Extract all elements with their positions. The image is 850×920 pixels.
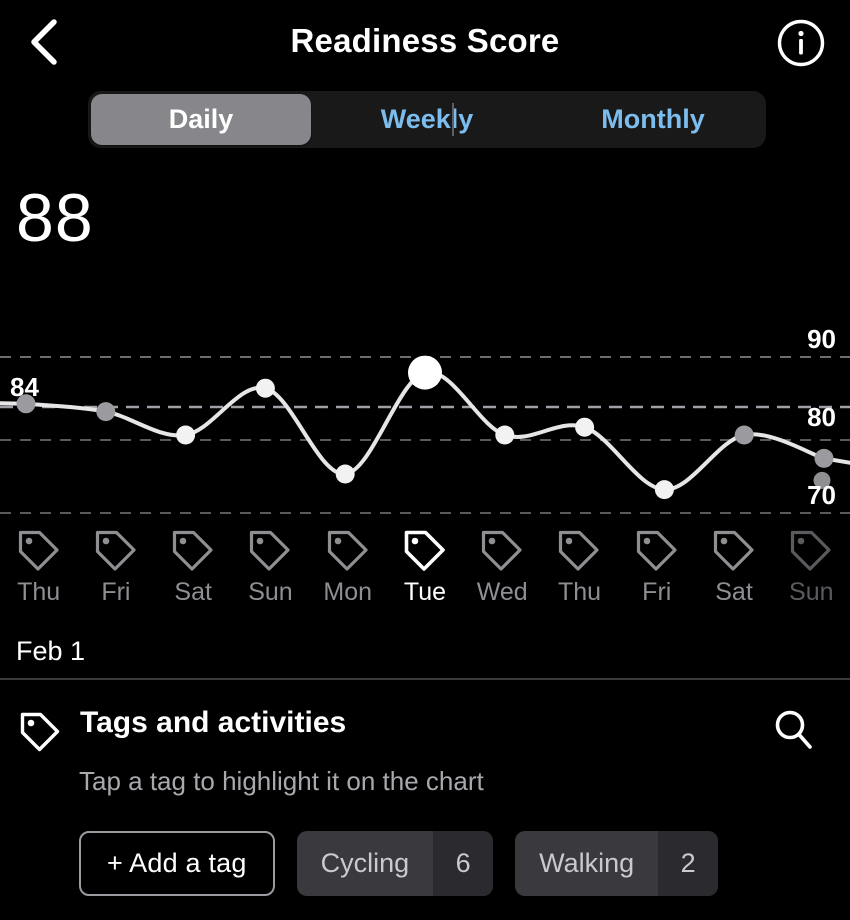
day-tag-label: Sat: [715, 578, 753, 606]
day-tag-fri-1[interactable]: Fri: [77, 528, 154, 608]
tag-chip-walking[interactable]: Walking 2: [515, 831, 719, 896]
chart-series-readiness: [0, 370, 850, 492]
day-tag-sun-10[interactable]: Sun: [773, 528, 850, 608]
tag-chip-cycling-count: 6: [433, 831, 494, 896]
search-button[interactable]: [770, 706, 818, 754]
tag-icon: [711, 528, 757, 574]
day-tag-label: Fri: [642, 578, 672, 606]
tag-icon: [634, 528, 680, 574]
tags-section-subtitle: Tap a tag to highlight it on the chart: [79, 766, 484, 796]
chart-point-fri-8[interactable]: [654, 480, 674, 500]
tab-weekly-label: Weekly: [380, 104, 474, 134]
tag-icon: [247, 528, 293, 574]
chart-point-tue-5[interactable]: [408, 355, 442, 390]
period-segmented-control[interactable]: Daily Weekly Monthly: [88, 91, 766, 148]
tag-icon: [325, 528, 371, 574]
chart-point-sat-2[interactable]: [176, 425, 196, 445]
tab-daily-label: Daily: [168, 104, 234, 134]
tags-section-header: Tags and activities: [18, 706, 832, 756]
chart-point-thu-7[interactable]: [575, 417, 595, 437]
day-tag-tue-5[interactable]: Tue: [386, 528, 463, 608]
day-tag-sat-2[interactable]: Sat: [155, 528, 232, 608]
day-tag-row[interactable]: Thu Fri Sat Sun Mon Tue Wed Thu Fri Sat Sun: [0, 528, 850, 608]
page-title: Readiness Score: [290, 22, 560, 59]
day-tag-fri-8[interactable]: Fri: [618, 528, 695, 608]
tab-daily[interactable]: Daily: [91, 94, 311, 145]
day-tag-label: Wed: [476, 578, 528, 606]
tag-icon: [402, 528, 448, 574]
info-circle-icon: [776, 19, 826, 72]
tag-icon: [16, 528, 62, 574]
day-tag-label: Thu: [557, 578, 602, 606]
y-axis-label-70: 70: [807, 480, 836, 510]
app-header: Readiness Score: [0, 0, 850, 86]
y-axis-label-80: 80: [807, 402, 836, 432]
tag-chip-list[interactable]: + Add a tag Cycling 6 Walking 2: [79, 831, 719, 896]
tag-chip-walking-label: Walking: [539, 848, 635, 878]
chart-canvas[interactable]: [0, 330, 850, 530]
day-tag-label: Sat: [174, 578, 212, 606]
chart-point-wed-6[interactable]: [495, 425, 515, 445]
chart-point-fri-1[interactable]: [96, 402, 116, 422]
search-icon: [770, 710, 818, 758]
first-point-value-label: 84: [10, 372, 39, 402]
tab-monthly-label: Monthly: [601, 104, 705, 134]
day-tag-sat-9[interactable]: Sat: [695, 528, 772, 608]
day-tag-label: Thu: [17, 578, 61, 606]
y-axis-label-90: 90: [807, 324, 836, 354]
day-tag-label: Fri: [101, 578, 131, 606]
day-tag-label: Tue: [403, 578, 447, 606]
chart-point-mon-4[interactable]: [335, 464, 355, 484]
add-tag-label: + Add a tag: [107, 848, 247, 878]
day-tag-wed-6[interactable]: Wed: [464, 528, 541, 608]
chart-point-sun-3[interactable]: [255, 378, 275, 398]
day-tag-label: Sun: [248, 578, 293, 606]
chart-point-sun-10[interactable]: [814, 448, 834, 468]
day-tag-mon-4[interactable]: Mon: [309, 528, 386, 608]
chart-data-points[interactable]: [16, 355, 834, 500]
tag-icon: [479, 528, 525, 574]
tag-icon: [18, 710, 62, 759]
segmented-divider: [452, 103, 454, 136]
tags-section-title: Tags and activities: [80, 706, 347, 739]
selected-date-label: Feb 1: [16, 636, 86, 666]
tag-chip-cycling-label: Cycling: [320, 848, 410, 878]
section-divider: [0, 678, 850, 680]
tab-monthly[interactable]: Monthly: [543, 94, 763, 145]
tag-icon: [93, 528, 139, 574]
info-button[interactable]: [776, 18, 826, 68]
tab-weekly[interactable]: Weekly: [317, 94, 537, 145]
readiness-chart[interactable]: 90 80 70: [0, 326, 850, 530]
tag-icon: [788, 528, 834, 574]
tag-chip-cycling[interactable]: Cycling 6: [296, 831, 494, 896]
day-tag-label: Sun: [789, 578, 834, 606]
score-value: 88: [16, 180, 94, 256]
tag-icon: [170, 528, 216, 574]
tag-chip-walking-count: 2: [658, 831, 719, 896]
add-tag-button[interactable]: + Add a tag: [79, 831, 275, 896]
tag-icon: [556, 528, 602, 574]
day-tag-thu-7[interactable]: Thu: [541, 528, 618, 608]
day-tag-thu-0[interactable]: Thu: [0, 528, 77, 608]
chart-point-sat-9[interactable]: [734, 425, 754, 445]
day-tag-label: Mon: [323, 578, 373, 606]
day-tag-sun-3[interactable]: Sun: [232, 528, 309, 608]
